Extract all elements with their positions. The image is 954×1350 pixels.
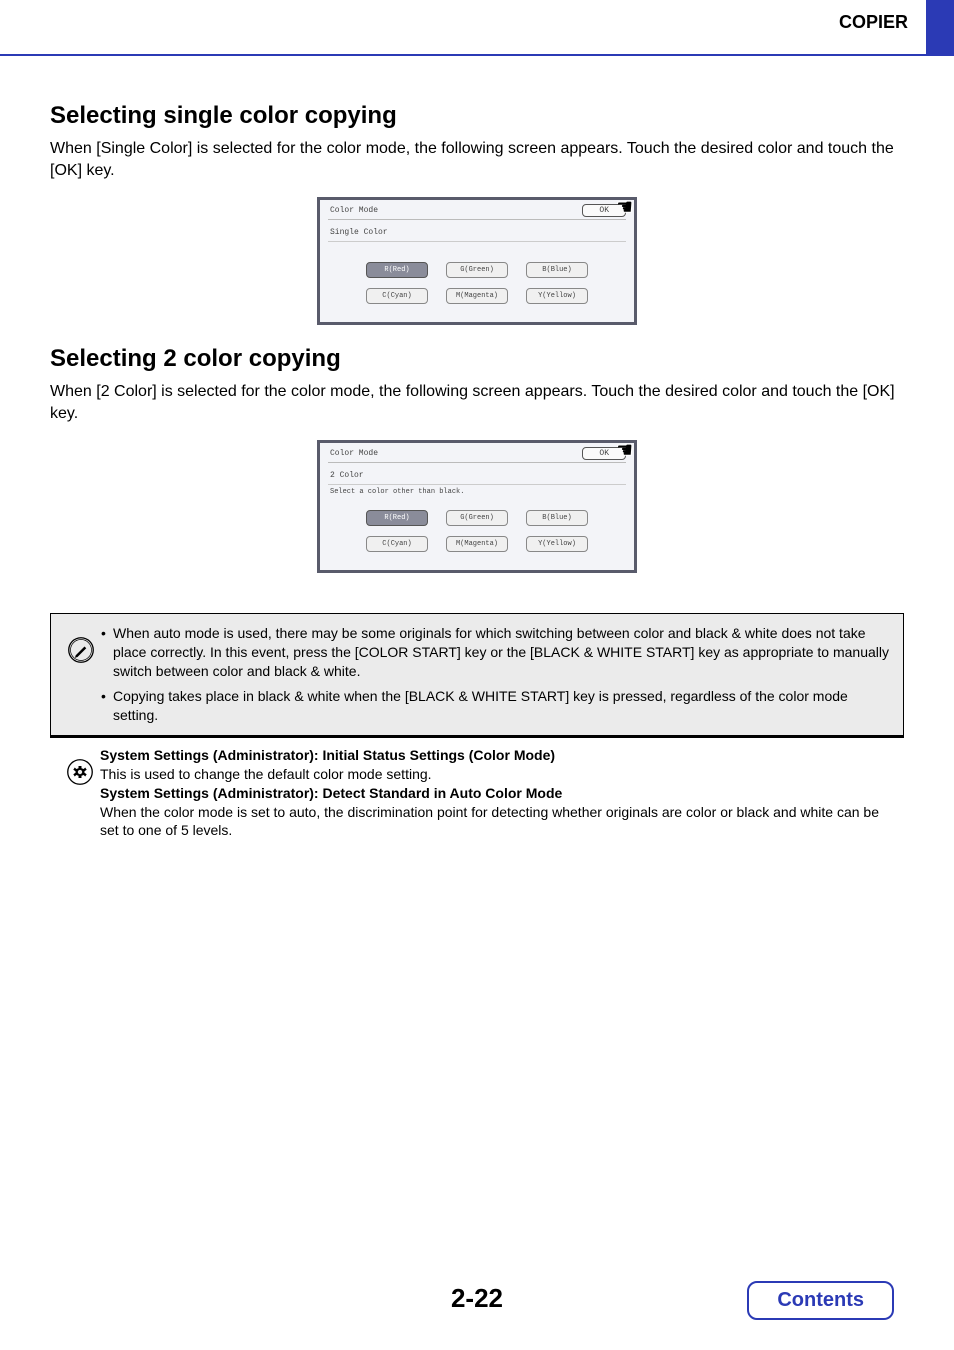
panel2-subtitle: 2 Color	[328, 467, 626, 485]
panel1-btn-green[interactable]: G(Green)	[446, 262, 508, 278]
panel2-btn-red[interactable]: R(Red)	[366, 510, 428, 526]
panel-single-color: Color Mode OK ☚ Single Color R(Red) G(Gr…	[317, 197, 637, 325]
note-item-2: Copying takes place in black & white whe…	[101, 687, 893, 725]
panel2-btn-cyan[interactable]: C(Cyan)	[366, 536, 428, 552]
pencil-icon	[67, 636, 95, 664]
panel2-btn-yellow[interactable]: Y(Yellow)	[526, 536, 588, 552]
admin-block: System Settings (Administrator): Initial…	[50, 736, 904, 848]
panel1-subtitle: Single Color	[328, 224, 626, 242]
section2-heading: Selecting 2 color copying	[50, 345, 904, 373]
panel1-btn-blue[interactable]: B(Blue)	[526, 262, 588, 278]
note-block: When auto mode is used, there may be som…	[50, 613, 904, 735]
panel-two-color: Color Mode OK ☚ 2 Color Select a color o…	[317, 440, 637, 573]
panel1-btn-cyan[interactable]: C(Cyan)	[366, 288, 428, 304]
panel1-btn-magenta[interactable]: M(Magenta)	[446, 288, 508, 304]
admin-line2-text: When the color mode is set to auto, the …	[100, 803, 894, 841]
panel2-instruction: Select a color other than black.	[328, 485, 626, 506]
panel1-btn-red[interactable]: R(Red)	[366, 262, 428, 278]
panel2-title: Color Mode	[330, 449, 378, 458]
panel1-btn-yellow[interactable]: Y(Yellow)	[526, 288, 588, 304]
header-category: COPIER	[0, 0, 926, 56]
header-strip	[926, 0, 954, 56]
section1-heading: Selecting single color copying	[50, 102, 904, 130]
admin-line1-text: This is used to change the default color…	[100, 765, 894, 784]
panel2-btn-magenta[interactable]: M(Magenta)	[446, 536, 508, 552]
gear-icon	[66, 758, 94, 786]
section1-paragraph: When [Single Color] is selected for the …	[50, 138, 904, 181]
contents-button[interactable]: Contents	[747, 1281, 894, 1320]
note-item-1: When auto mode is used, there may be som…	[101, 624, 893, 681]
panel2-btn-green[interactable]: G(Green)	[446, 510, 508, 526]
admin-line1-bold: System Settings (Administrator): Initial…	[100, 746, 894, 765]
panel2-btn-blue[interactable]: B(Blue)	[526, 510, 588, 526]
section2-paragraph: When [2 Color] is selected for the color…	[50, 381, 904, 424]
admin-line2-bold: System Settings (Administrator): Detect …	[100, 784, 894, 803]
panel1-title: Color Mode	[330, 206, 378, 215]
panel1-ok-button[interactable]: OK	[582, 204, 626, 217]
panel2-ok-button[interactable]: OK	[582, 447, 626, 460]
